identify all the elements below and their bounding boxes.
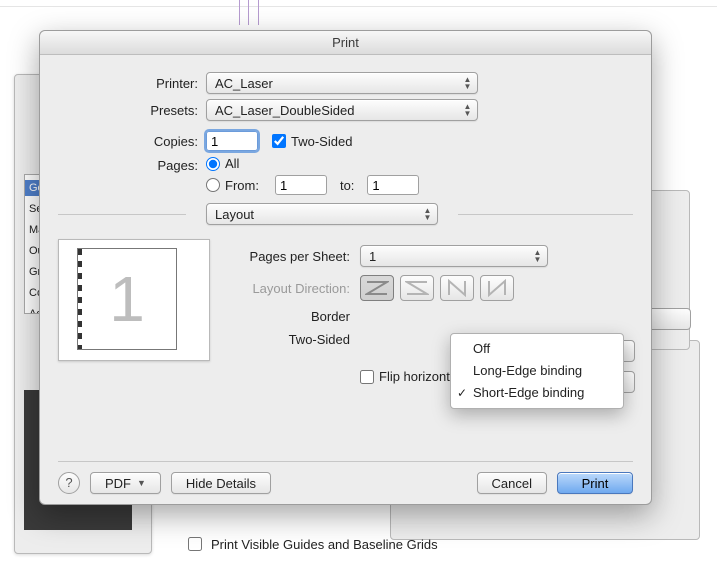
dialog-title: Print <box>332 35 359 50</box>
pages-all-radio[interactable]: All <box>206 156 419 171</box>
print-visible-guides-checkbox-input[interactable] <box>188 537 202 551</box>
printer-select[interactable]: AC_Laser <box>206 72 478 94</box>
preview-page-number: 1 <box>78 249 176 349</box>
two-sided-checkbox-input[interactable] <box>272 134 286 148</box>
pages-per-sheet-value: 1 <box>369 249 376 264</box>
check-icon: ✓ <box>457 384 467 402</box>
pages-all-radio-input[interactable] <box>206 157 220 171</box>
layout-direction-n-icon[interactable] <box>440 275 474 301</box>
select-arrows-icon <box>532 249 543 263</box>
print-label: Print <box>582 476 609 491</box>
pdf-label: PDF <box>105 476 131 491</box>
print-visible-guides-checkbox[interactable]: Print Visible Guides and Baseline Grids <box>184 534 438 554</box>
section-select[interactable]: Layout <box>206 203 438 225</box>
presets-label: Presets: <box>58 103 206 118</box>
hide-details-label: Hide Details <box>186 476 256 491</box>
pages-from-radio[interactable]: From: to: <box>206 175 419 195</box>
menu-item-short-edge[interactable]: ✓ Short-Edge binding <box>451 382 623 404</box>
help-icon: ? <box>65 475 72 490</box>
layout-direction-label: Layout Direction: <box>232 281 360 296</box>
two-sided-select-label: Two-Sided <box>232 332 360 347</box>
border-label: Border <box>232 309 360 324</box>
layout-direction-z-icon[interactable] <box>360 275 394 301</box>
pages-all-label: All <box>225 156 239 171</box>
cancel-button[interactable]: Cancel <box>477 472 547 494</box>
print-button[interactable]: Print <box>557 472 633 494</box>
pages-label: Pages: <box>58 156 206 173</box>
presets-value: AC_Laser_DoubleSided <box>215 103 354 118</box>
menu-item-label: Short-Edge binding <box>473 385 584 400</box>
printer-value: AC_Laser <box>215 76 273 91</box>
menu-item-label: Off <box>473 341 490 356</box>
pages-to-input[interactable] <box>367 175 419 195</box>
section-value: Layout <box>215 207 254 222</box>
two-sided-label: Two-Sided <box>291 134 352 149</box>
dropdown-arrow-icon: ▼ <box>137 478 146 488</box>
print-dialog: Print Printer: AC_Laser Presets: AC_Lase… <box>39 30 652 505</box>
two-sided-checkbox[interactable]: Two-Sided <box>272 134 352 149</box>
pages-per-sheet-select[interactable]: 1 <box>360 245 548 267</box>
layout-direction-n2-icon[interactable] <box>480 275 514 301</box>
pages-to-label: to: <box>332 178 362 193</box>
background-checkbox-row: Print Visible Guides and Baseline Grids <box>184 510 438 556</box>
layout-preview: 1 <box>58 239 210 361</box>
menu-item-long-edge[interactable]: Long-Edge binding <box>451 360 623 382</box>
copies-label: Copies: <box>58 134 206 149</box>
printer-label: Printer: <box>58 76 206 91</box>
copies-input[interactable] <box>206 131 258 151</box>
print-visible-guides-label: Print Visible Guides and Baseline Grids <box>211 537 438 552</box>
pages-from-label: From: <box>225 178 259 193</box>
hide-details-button[interactable]: Hide Details <box>171 472 271 494</box>
cancel-label: Cancel <box>492 476 532 491</box>
two-sided-popup-menu: Off Long-Edge binding ✓ Short-Edge bindi… <box>450 333 624 409</box>
pages-from-radio-input[interactable] <box>206 178 220 192</box>
dialog-titlebar: Print <box>40 31 651 55</box>
pages-from-input[interactable] <box>275 175 327 195</box>
select-arrows-icon <box>422 207 433 221</box>
dialog-bottom-bar: ? PDF ▼ Hide Details Cancel Print <box>58 461 633 494</box>
layout-direction-s-icon[interactable] <box>400 275 434 301</box>
select-arrows-icon <box>462 76 473 90</box>
pages-per-sheet-label: Pages per Sheet: <box>232 249 360 264</box>
layout-direction-group <box>360 275 514 301</box>
menu-item-label: Long-Edge binding <box>473 363 582 378</box>
select-arrows-icon <box>462 103 473 117</box>
pdf-button[interactable]: PDF ▼ <box>90 472 161 494</box>
presets-select[interactable]: AC_Laser_DoubleSided <box>206 99 478 121</box>
truncated-checkbox[interactable] <box>184 512 438 532</box>
flip-horizontally-checkbox-input[interactable] <box>360 370 374 384</box>
help-button[interactable]: ? <box>58 472 80 494</box>
menu-item-off[interactable]: Off <box>451 338 623 360</box>
